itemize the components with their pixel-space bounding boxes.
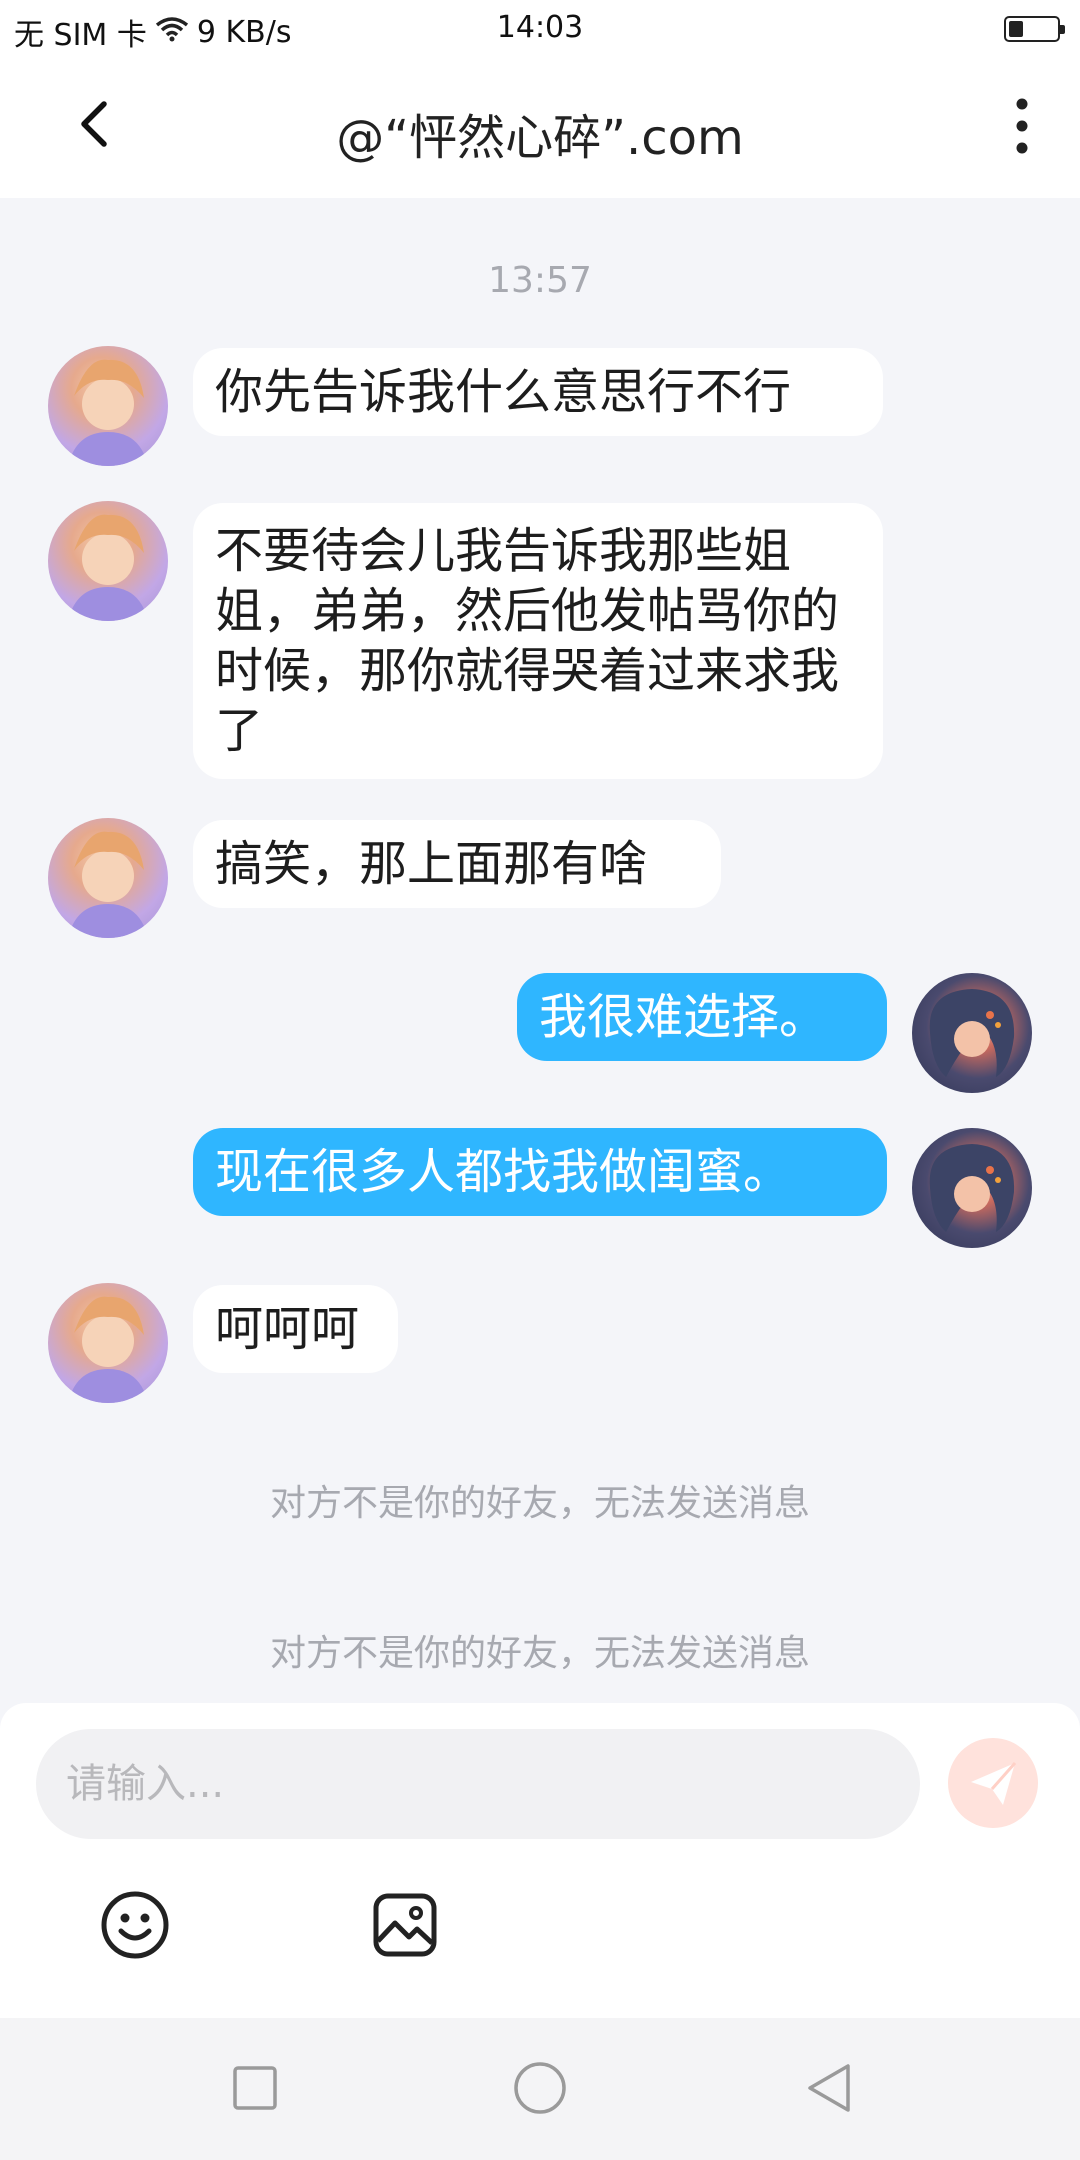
status-bar: 无 SIM 卡 9 KB/s 14:03 xyxy=(0,0,1080,60)
circle-icon xyxy=(514,2062,566,2114)
emoji-button[interactable] xyxy=(99,1889,171,1961)
image-icon xyxy=(373,1893,437,1957)
input-panel xyxy=(0,1703,1080,2018)
battery-icon xyxy=(1004,16,1065,42)
triangle-back-icon xyxy=(808,2064,850,2112)
incoming-message[interactable]: 呵呵呵 xyxy=(193,1285,398,1373)
contact-avatar[interactable] xyxy=(48,501,168,621)
send-button[interactable] xyxy=(948,1738,1038,1828)
message-input[interactable] xyxy=(36,1729,920,1839)
chat-title: @“怦然心碎”.com xyxy=(336,110,744,166)
incoming-message[interactable]: 不要待会儿我告诉我那些姐姐，弟弟，然后他发帖骂你的时候，那你就得哭着过来求我了 xyxy=(193,503,883,779)
my-avatar[interactable] xyxy=(912,973,1032,1093)
chat-screen: 无 SIM 卡 9 KB/s 14:03 @“怦然心碎”.com 13:57 你… xyxy=(0,0,1080,2160)
send-icon xyxy=(971,1762,1017,1805)
incoming-message[interactable]: 搞笑，那上面那有啥 xyxy=(193,820,721,908)
more-vertical-icon xyxy=(1016,98,1028,154)
home-button[interactable] xyxy=(510,2058,570,2118)
more-options-button[interactable] xyxy=(1002,94,1042,158)
my-avatar[interactable] xyxy=(912,1128,1032,1248)
chat-history[interactable]: 13:57 你先告诉我什么意思行不行 不要待会儿我告诉我那些姐姐，弟弟，然后他发… xyxy=(0,198,1080,1703)
message-timestamp: 13:57 xyxy=(488,260,592,301)
chevron-left-icon xyxy=(81,101,107,147)
outgoing-message[interactable]: 我很难选择。 xyxy=(517,973,887,1061)
chat-header: @“怦然心碎”.com xyxy=(0,60,1080,198)
contact-avatar[interactable] xyxy=(48,346,168,466)
back-nav-button[interactable] xyxy=(800,2058,860,2118)
back-button[interactable] xyxy=(66,92,130,156)
system-notice: 对方不是你的好友，无法发送消息 xyxy=(269,1483,810,1524)
system-nav-bar xyxy=(0,2018,1080,2160)
image-button[interactable] xyxy=(369,1889,441,1961)
status-time: 14:03 xyxy=(496,10,584,45)
square-icon xyxy=(233,2066,277,2110)
incoming-message[interactable]: 你先告诉我什么意思行不行 xyxy=(193,348,883,436)
contact-avatar[interactable] xyxy=(48,1283,168,1403)
battery-level xyxy=(1009,21,1023,37)
recents-button[interactable] xyxy=(225,2058,285,2118)
emoji-icon xyxy=(101,1891,169,1959)
system-notice: 对方不是你的好友，无法发送消息 xyxy=(269,1633,810,1674)
outgoing-message[interactable]: 现在很多人都找我做闺蜜。 xyxy=(193,1128,887,1216)
contact-avatar[interactable] xyxy=(48,818,168,938)
